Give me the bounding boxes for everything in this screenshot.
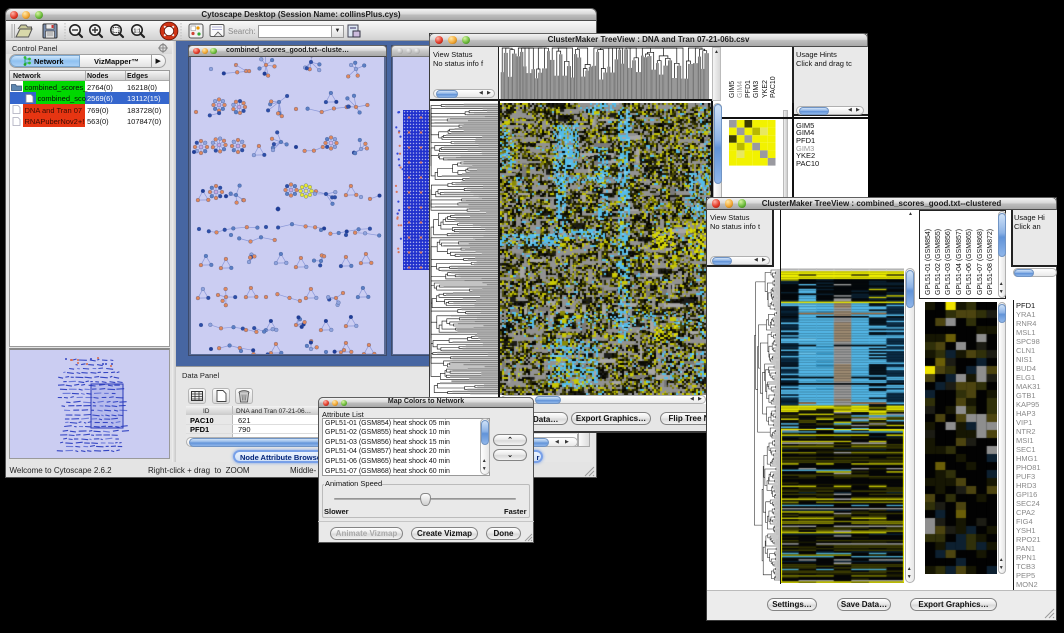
svg-text:1:1: 1:1: [134, 29, 141, 35]
